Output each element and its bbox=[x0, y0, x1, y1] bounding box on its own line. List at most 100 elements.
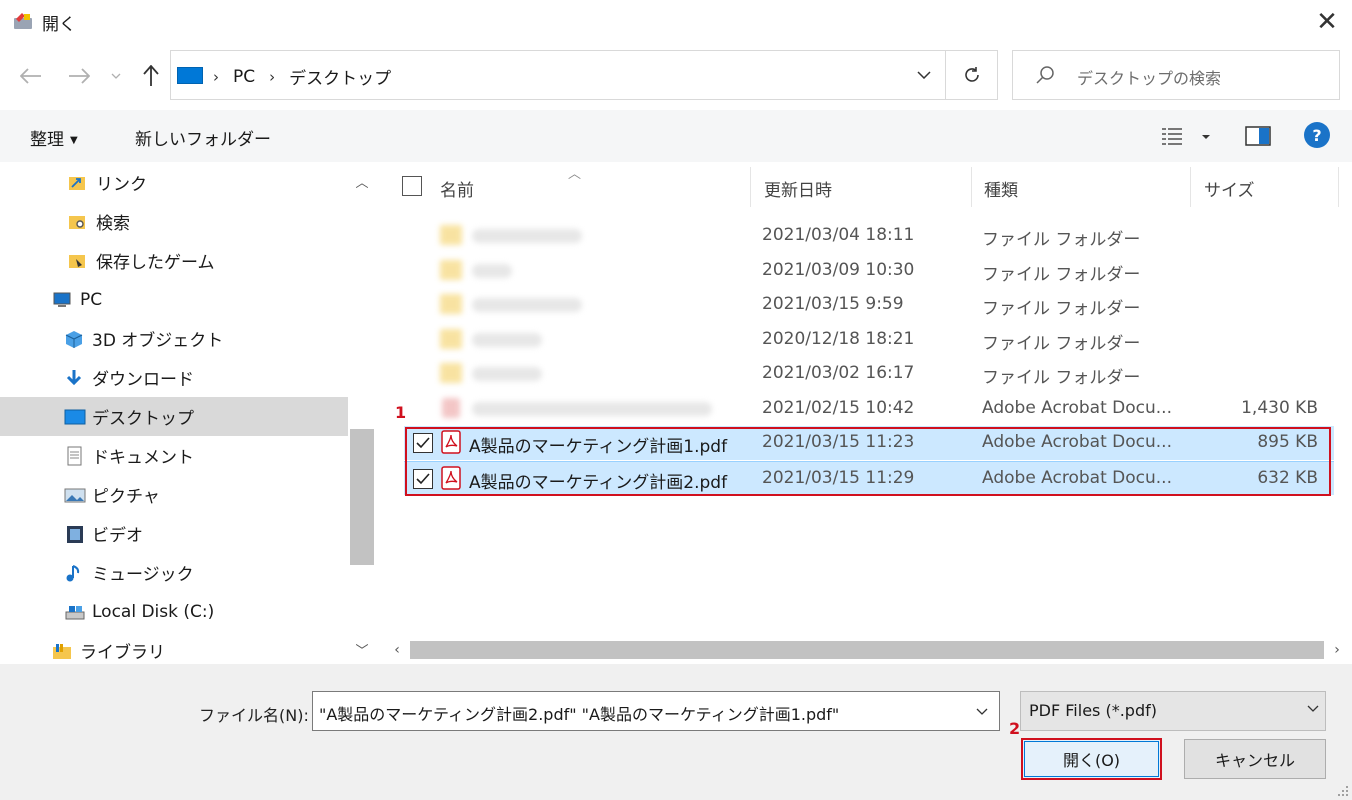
sidebar-item[interactable]: ピクチャ bbox=[0, 475, 348, 514]
address-history-dropdown[interactable] bbox=[903, 51, 945, 99]
music-icon bbox=[64, 563, 86, 583]
file-date: 2021/03/04 18:11 bbox=[762, 225, 915, 245]
file-row[interactable]: A製品のマーケティング計画2.pdf 2021/03/15 11:29 Adobe … bbox=[404, 460, 1334, 495]
arrow-left-icon bbox=[20, 68, 41, 84]
back-button[interactable] bbox=[14, 60, 48, 92]
resize-grip-icon[interactable] bbox=[1336, 784, 1350, 798]
filename-field[interactable]: "A製品のマーケティング計画2.pdf" "A製品のマーケティング計画1.pdf… bbox=[312, 691, 1000, 731]
cancel-button-label: キャンセル bbox=[1214, 751, 1295, 770]
cancel-button[interactable]: キャンセル bbox=[1184, 739, 1326, 779]
sidebar-item[interactable]: PC bbox=[0, 280, 348, 319]
file-row[interactable]: 2021/03/04 18:11 ファイル フォルダー bbox=[404, 219, 1334, 253]
scrollbar-thumb[interactable] bbox=[410, 641, 1324, 659]
column-header-type[interactable]: 種類 bbox=[984, 176, 1018, 201]
file-type: ファイル フォルダー bbox=[982, 264, 1141, 285]
file-row[interactable]: 2021/03/02 16:17 ファイル フォルダー bbox=[404, 357, 1334, 391]
command-bar: 整理 ▼ 新しいフォルダー ? bbox=[0, 110, 1352, 162]
file-type: Adobe Acrobat Docu... bbox=[982, 467, 1172, 488]
file-row[interactable]: 2021/03/15 9:59 ファイル フォルダー bbox=[404, 288, 1334, 322]
step-marker-2: 2 bbox=[1009, 719, 1021, 738]
scroll-up-icon[interactable]: ︿ bbox=[348, 167, 376, 195]
column-divider[interactable] bbox=[1338, 167, 1339, 207]
up-button[interactable] bbox=[134, 60, 168, 92]
new-folder-button[interactable]: 新しいフォルダー bbox=[135, 125, 271, 150]
search-input[interactable]: デスクトップの検索 bbox=[1012, 50, 1340, 100]
open-button[interactable]: 開く(O) bbox=[1021, 738, 1162, 780]
file-row[interactable]: 2021/02/15 10:42 Adobe Acrobat Docu... 1,4… bbox=[404, 392, 1334, 426]
close-icon: ✕ bbox=[1316, 7, 1338, 37]
navigation-scrollbar[interactable]: ︿ ﹀ bbox=[348, 163, 376, 663]
folder-icon bbox=[440, 294, 462, 314]
column-divider[interactable] bbox=[971, 167, 972, 207]
chevron-down-icon bbox=[976, 708, 988, 715]
caret-down-icon: ▼ bbox=[70, 134, 78, 146]
breadcrumb-item-desktop[interactable]: デスクトップ bbox=[289, 64, 391, 89]
sidebar-item-label: ドキュメント bbox=[92, 448, 194, 468]
column-header-date[interactable]: 更新日時 bbox=[764, 176, 832, 201]
sidebar-item[interactable]: ダウンロード bbox=[0, 358, 348, 397]
scrollbar-thumb[interactable] bbox=[350, 429, 374, 565]
column-divider[interactable] bbox=[1190, 167, 1191, 207]
search-placeholder: デスクトップの検索 bbox=[1077, 69, 1222, 88]
scroll-left-icon[interactable]: ‹ bbox=[384, 637, 410, 663]
sidebar-item[interactable]: ドキュメント bbox=[0, 436, 348, 475]
scroll-down-icon[interactable]: ﹀ bbox=[348, 635, 376, 663]
chevron-down-icon bbox=[1307, 701, 1319, 715]
file-date: 2021/03/15 9:59 bbox=[762, 294, 904, 314]
organize-menu-button[interactable]: 整理 ▼ bbox=[30, 125, 78, 150]
recent-locations-button[interactable] bbox=[106, 60, 126, 92]
address-bar[interactable]: › PC › デスクトップ bbox=[170, 50, 998, 100]
sort-ascending-icon: ︿ bbox=[568, 167, 582, 182]
column-header-name[interactable]: 名前 bbox=[440, 176, 474, 201]
sidebar-item[interactable]: ミュージック bbox=[0, 553, 348, 592]
file-date: 2021/03/15 11:29 bbox=[762, 467, 915, 488]
sidebar-item[interactable]: 3D オブジェクト bbox=[0, 319, 348, 358]
close-button[interactable]: ✕ bbox=[1302, 0, 1352, 44]
sidebar-item[interactable]: リンク bbox=[0, 163, 348, 202]
file-type-value: PDF Files (*.pdf) bbox=[1029, 701, 1157, 720]
folder-icon bbox=[440, 259, 462, 280]
select-all-checkbox[interactable] bbox=[402, 176, 422, 196]
forward-button[interactable] bbox=[62, 60, 96, 92]
redacted-name bbox=[472, 367, 542, 381]
sidebar-item[interactable]: ライブラリ bbox=[0, 631, 348, 663]
row-checkbox[interactable] bbox=[413, 433, 433, 453]
sidebar-item[interactable]: デスクトップ bbox=[0, 397, 348, 436]
file-date: 2021/03/02 16:17 bbox=[762, 363, 915, 383]
file-row[interactable]: A製品のマーケティング計画1.pdf 2021/03/15 11:23 Adobe … bbox=[404, 426, 1334, 460]
scroll-right-icon[interactable]: › bbox=[1324, 637, 1350, 663]
arrow-right-icon bbox=[69, 68, 90, 84]
filename-history-dropdown[interactable] bbox=[965, 692, 999, 730]
file-name: A製品のマーケティング計画2.pdf bbox=[469, 472, 728, 493]
file-type: Adobe Acrobat Docu... bbox=[982, 397, 1172, 418]
file-list: ︿ 名前 更新日時 種類 サイズ 2021/03/04 18:11 ファイル フォ… bbox=[382, 163, 1352, 663]
file-type: ファイル フォルダー bbox=[982, 368, 1141, 388]
sidebar-item[interactable]: ビデオ bbox=[0, 514, 348, 553]
file-type: ファイル フォルダー bbox=[982, 230, 1141, 250]
preview-pane-button[interactable] bbox=[1244, 124, 1272, 148]
horizontal-scrollbar[interactable]: ‹ › bbox=[382, 637, 1352, 663]
sidebar-item-label: 検索 bbox=[96, 214, 130, 234]
checkmark-icon bbox=[416, 437, 430, 449]
column-header-size[interactable]: サイズ bbox=[1204, 176, 1255, 201]
sidebar-item[interactable]: 保存したゲーム bbox=[0, 241, 348, 280]
file-row[interactable]: 2020/12/18 18:21 ファイル フォルダー bbox=[404, 323, 1334, 357]
refresh-button[interactable] bbox=[945, 51, 997, 99]
row-checkbox[interactable] bbox=[413, 468, 433, 489]
file-type-select[interactable]: PDF Files (*.pdf) bbox=[1020, 691, 1326, 731]
checkmark-icon bbox=[416, 472, 430, 484]
pdf-file-icon bbox=[441, 465, 461, 490]
column-divider[interactable] bbox=[750, 167, 751, 207]
preview-pane-icon bbox=[1245, 126, 1271, 146]
folder-icon bbox=[440, 363, 462, 383]
file-row[interactable]: 2021/03/09 10:30 ファイル フォルダー bbox=[404, 254, 1334, 288]
sidebar-item[interactable]: Local Disk (C:) bbox=[0, 592, 348, 631]
sidebar-item[interactable]: 検索 bbox=[0, 202, 348, 241]
redacted-name bbox=[472, 298, 582, 312]
details-view-icon bbox=[1162, 128, 1210, 145]
title-bar: 開く ✕ bbox=[0, 0, 1352, 44]
help-button[interactable]: ? bbox=[1304, 122, 1330, 148]
change-view-button[interactable] bbox=[1160, 124, 1220, 148]
breadcrumb-item-pc[interactable]: PC bbox=[233, 67, 255, 87]
help-icon: ? bbox=[1312, 125, 1322, 145]
